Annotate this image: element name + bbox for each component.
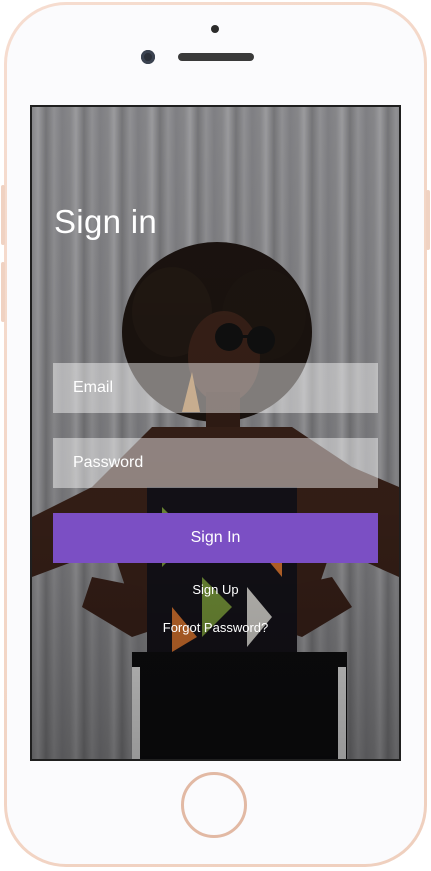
page-title: Sign in (54, 203, 158, 240)
email-input[interactable] (53, 363, 378, 413)
power-button (426, 190, 430, 250)
sign-in-button[interactable]: Sign In (53, 513, 378, 563)
volume-button (1, 185, 5, 245)
forgot-password-link[interactable]: Forgot Password? (32, 620, 399, 635)
email-field[interactable] (53, 363, 378, 413)
sign-up-link[interactable]: Sign Up (32, 582, 399, 597)
volume-button (1, 262, 5, 322)
password-field[interactable] (53, 438, 378, 488)
earpiece-speaker (178, 53, 254, 61)
front-camera-icon (141, 50, 155, 64)
password-input[interactable] (53, 438, 378, 488)
proximity-sensor (211, 25, 219, 33)
home-button[interactable] (181, 772, 247, 838)
app-screen: Sign in Sign In Sign Up Forgot Password? (30, 105, 401, 761)
